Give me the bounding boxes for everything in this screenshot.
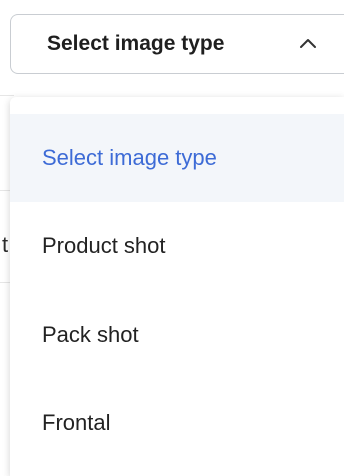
- page: t Select image type Select image type Pr…: [0, 0, 344, 476]
- background-divider: [0, 95, 14, 96]
- chevron-up-icon[interactable]: [296, 32, 320, 56]
- image-type-select[interactable]: Select image type: [10, 14, 344, 74]
- option-product-shot[interactable]: Product shot: [10, 202, 344, 290]
- dropdown-menu: Select image type Product shot Pack shot…: [10, 97, 344, 476]
- option-pack-shot[interactable]: Pack shot: [10, 291, 344, 379]
- option-frontal[interactable]: Frontal: [10, 379, 344, 467]
- select-label: Select image type: [47, 32, 225, 55]
- option-select-image-type[interactable]: Select image type: [10, 114, 344, 202]
- background-text-fragment: t: [2, 232, 9, 257]
